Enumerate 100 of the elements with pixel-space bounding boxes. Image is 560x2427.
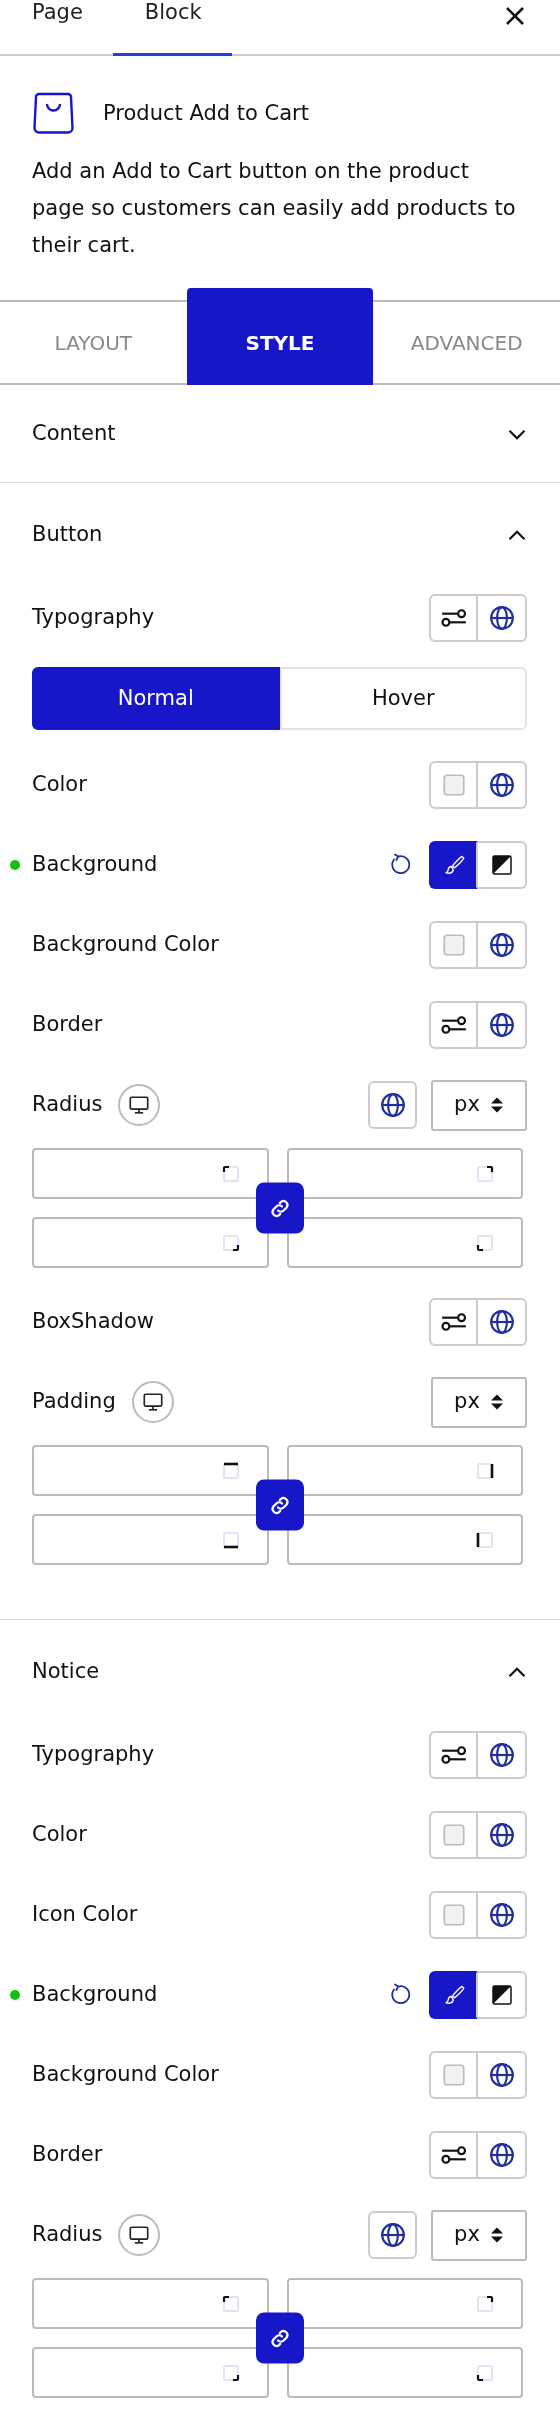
panel-tab[interactable]: Page [0, 0, 113, 56]
corner-radius-icon [220, 2362, 241, 2383]
control-label: Padding [32, 1388, 116, 1416]
panel-tab[interactable]: Block [112, 0, 232, 56]
global-button[interactable] [478, 1298, 527, 1346]
color-picker-button[interactable] [429, 2051, 478, 2099]
global-button[interactable] [368, 1081, 417, 1129]
control-label: BoxShadow [32, 1308, 154, 1336]
state-tab[interactable]: Hover [279, 667, 527, 730]
color-picker-button[interactable] [429, 921, 478, 969]
input-field[interactable] [286, 1148, 523, 1199]
color-picker-button[interactable] [429, 761, 478, 809]
gradient-button[interactable] [478, 1971, 527, 2019]
section-title: Button [32, 521, 103, 549]
globe-icon [488, 932, 515, 958]
corner-radius-icon [475, 1163, 495, 1184]
global-button[interactable] [368, 2211, 417, 2259]
settings-button[interactable] [429, 594, 478, 642]
color-swatch-icon [440, 1822, 467, 1848]
section-title: Notice [32, 1658, 100, 1686]
up-down-icon [489, 1393, 504, 1411]
input-field[interactable] [32, 1148, 269, 1199]
global-button[interactable] [478, 761, 527, 809]
control-label: Border [32, 2141, 103, 2169]
control-label: Typography [32, 1741, 155, 1769]
style-tab[interactable]: LAYOUT [0, 302, 187, 383]
control-label: Background [32, 851, 158, 879]
globe-icon [488, 772, 515, 798]
contrast-icon [489, 1983, 514, 2007]
input-field[interactable] [32, 2278, 269, 2329]
input-field[interactable] [32, 1217, 269, 1268]
padding-side-icon [475, 1460, 495, 1481]
style-tab[interactable]: ADVANCED [373, 302, 560, 383]
globe-icon [488, 605, 515, 631]
monitor-icon [128, 1094, 151, 1116]
global-button[interactable] [478, 1001, 527, 1049]
input-field[interactable] [32, 1514, 269, 1565]
color-swatch-icon [440, 2062, 467, 2088]
control-label: Border [32, 1011, 103, 1039]
corner-radius-icon [475, 2362, 495, 2383]
globe-icon [488, 1309, 515, 1335]
monitor-icon [141, 1391, 164, 1413]
input-field[interactable] [32, 2347, 269, 2398]
link-button[interactable] [255, 1479, 304, 1531]
globe-icon [488, 1822, 515, 1848]
padding-side-icon [220, 1529, 241, 1550]
settings-button[interactable] [429, 2131, 478, 2179]
up-down-icon [489, 1096, 504, 1114]
input-field[interactable] [32, 1445, 269, 1496]
link-button[interactable] [255, 1182, 304, 1234]
brush-button[interactable] [429, 1971, 478, 2019]
globe-icon [379, 1092, 406, 1118]
control-label: Color [32, 771, 87, 799]
global-button[interactable] [478, 594, 527, 642]
up-down-icon [489, 2226, 504, 2244]
global-button[interactable] [478, 1891, 527, 1939]
block-title: Product Add to Cart [103, 99, 309, 127]
gradient-button[interactable] [478, 841, 527, 889]
corner-radius-icon [220, 1232, 241, 1253]
global-button[interactable] [478, 2051, 527, 2099]
input-field[interactable] [286, 1445, 523, 1496]
input-field[interactable] [286, 2347, 523, 2398]
settings-button[interactable] [429, 1001, 478, 1049]
global-button[interactable] [478, 1811, 527, 1859]
control-label: Icon Color [32, 1901, 138, 1929]
style-tab[interactable]: STYLE [186, 288, 374, 385]
contrast-icon [489, 853, 514, 877]
global-button[interactable] [478, 1731, 527, 1779]
link-button[interactable] [255, 2312, 304, 2364]
globe-icon [488, 1012, 515, 1038]
responsive-button[interactable] [131, 1381, 174, 1423]
unit-select[interactable]: px [431, 1376, 527, 1428]
input-field[interactable] [286, 1217, 523, 1268]
globe-icon [488, 2142, 515, 2168]
globe-icon [488, 1902, 515, 1928]
responsive-button[interactable] [118, 2214, 161, 2256]
settings-button[interactable] [429, 1298, 478, 1346]
global-button[interactable] [478, 921, 527, 969]
control-label: Radius [32, 1091, 103, 1119]
corner-radius-icon [220, 2293, 241, 2314]
color-picker-button[interactable] [429, 1891, 478, 1939]
color-picker-button[interactable] [429, 1811, 478, 1859]
unit-select[interactable]: px [431, 1079, 527, 1131]
padding-side-icon [220, 1460, 241, 1481]
globe-icon [488, 2062, 515, 2088]
input-field[interactable] [286, 2278, 523, 2329]
control-label: Background [32, 1981, 158, 2009]
shopping-bag-icon [32, 92, 75, 135]
settings-button[interactable] [429, 1731, 478, 1779]
brush-button[interactable] [429, 841, 478, 889]
unit-select[interactable]: px [431, 2209, 527, 2261]
responsive-button[interactable] [118, 1084, 161, 1126]
state-tab[interactable]: Normal [32, 667, 280, 730]
color-swatch-icon [440, 772, 467, 798]
control-label: Background Color [32, 931, 219, 959]
color-swatch-icon [440, 932, 467, 958]
global-button[interactable] [478, 2131, 527, 2179]
input-field[interactable] [286, 1514, 523, 1565]
globe-icon [488, 1742, 515, 1768]
globe-icon [379, 2222, 406, 2248]
